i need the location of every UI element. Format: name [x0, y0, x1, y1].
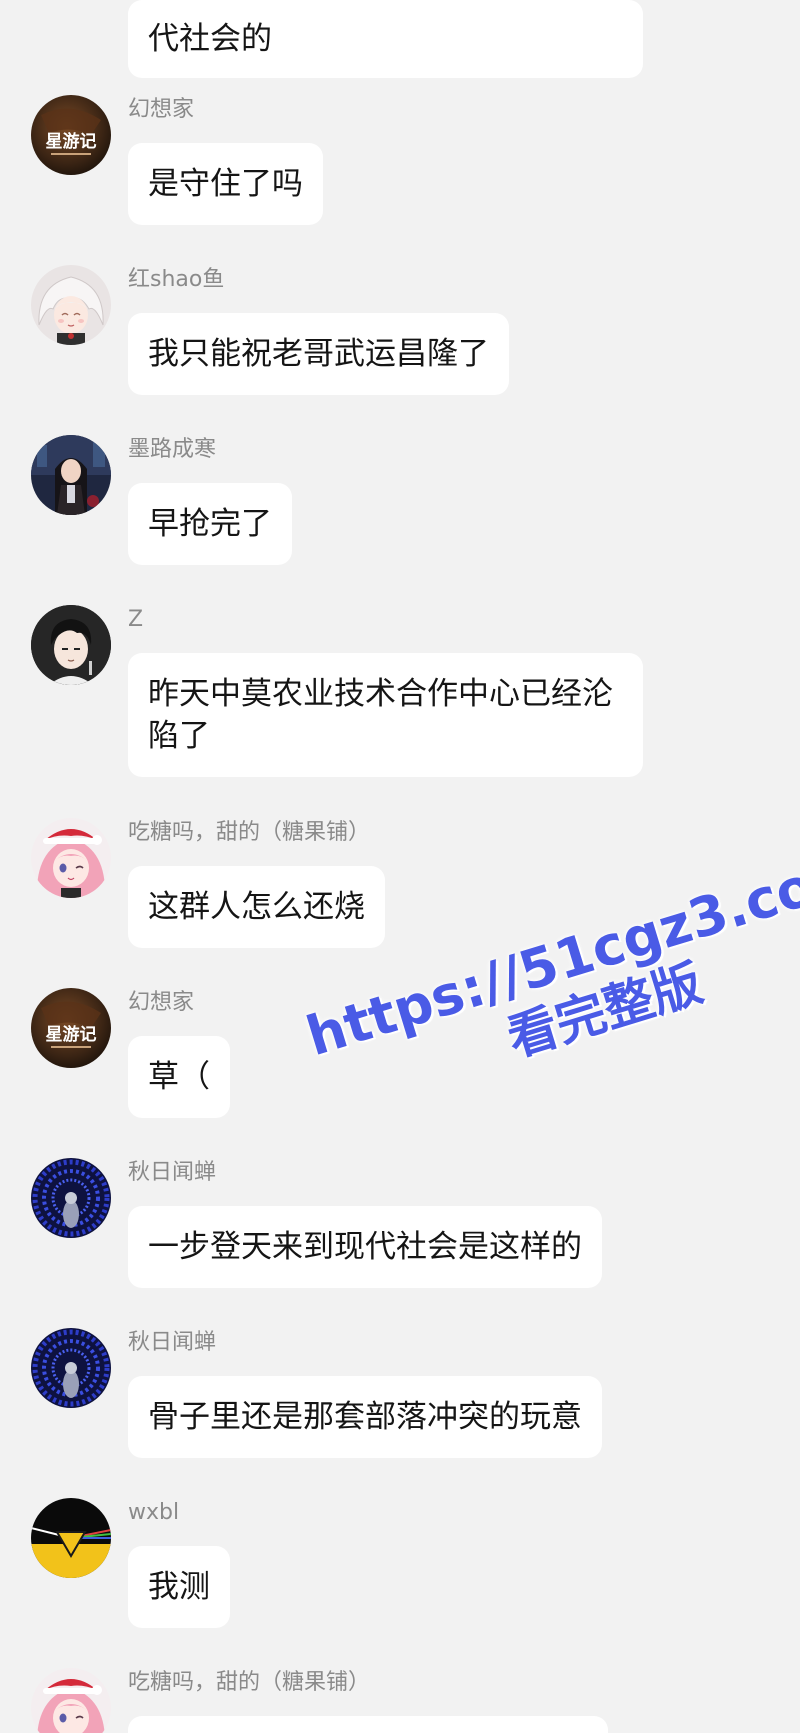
message-text: 这群人怎么还烧	[148, 889, 365, 925]
sender-name: 秋日闻蝉	[128, 1160, 217, 1185]
message-bubble[interactable]: 我测	[128, 1546, 230, 1628]
blue-hall-avatar[interactable]	[31, 1328, 111, 1408]
message-bubble[interactable]: 一步登天来到现代社会是这样的	[128, 1206, 602, 1288]
sender-name: 幻想家	[128, 97, 195, 122]
message-text: 是守住了吗	[148, 166, 303, 202]
message-text: 我测	[148, 1569, 210, 1605]
chat-list[interactable]: 代社会的 星游记 幻想家 是守住了吗 红shao鱼 我只能祝老哥武运昌隆了 墨路…	[0, 0, 800, 1733]
message-bubble[interactable]: 骨子里还是那套部落冲突的玩意	[128, 1376, 602, 1458]
sender-name: 吃糖吗，甜的（糖果铺）	[128, 1670, 371, 1695]
message-bubble[interactable]	[128, 1716, 608, 1733]
message-bubble[interactable]: 这群人怎么还烧	[128, 866, 385, 948]
sender-name: 幻想家	[128, 990, 195, 1015]
prism-avatar[interactable]	[31, 1498, 111, 1578]
message-text: 一步登天来到现代社会是这样的	[148, 1229, 582, 1265]
starry-logo-avatar[interactable]: 星游记	[31, 95, 111, 175]
message-bubble[interactable]: 我只能祝老哥武运昌隆了	[128, 313, 509, 395]
sender-name: 红shao鱼	[128, 267, 225, 292]
pink-hair-girl-avatar[interactable]	[31, 1668, 111, 1733]
sender-name: 墨路成寒	[128, 437, 217, 462]
avatar-logo-text: 星游记	[46, 1024, 97, 1045]
message-text: 草（	[148, 1059, 210, 1095]
message-bubble[interactable]: 代社会的	[128, 0, 643, 78]
message-text: 早抢完了	[148, 506, 272, 542]
blue-hall-avatar[interactable]	[31, 1158, 111, 1238]
dark-hair-girl-avatar[interactable]	[31, 435, 111, 515]
message-text: 代社会的	[148, 21, 272, 57]
message-text: 我只能祝老哥武运昌隆了	[148, 336, 489, 372]
sender-name: 秋日闻蝉	[128, 1330, 217, 1355]
message-bubble[interactable]: 昨天中莫农业技术合作中心已经沦陷了	[128, 653, 643, 777]
message-bubble[interactable]: 早抢完了	[128, 483, 292, 565]
avatar-logo-text: 星游记	[46, 131, 97, 152]
sender-name: Z	[128, 607, 144, 632]
boy-avatar[interactable]	[31, 605, 111, 685]
sender-name: 吃糖吗，甜的（糖果铺）	[128, 820, 371, 845]
message-bubble[interactable]: 草（	[128, 1036, 230, 1118]
white-hair-girl-avatar[interactable]	[31, 265, 111, 345]
message-bubble[interactable]: 是守住了吗	[128, 143, 323, 225]
watermark-subtitle: 看完整版	[500, 953, 709, 1068]
sender-name: wxbl	[128, 1500, 180, 1525]
pink-hair-girl-avatar[interactable]	[31, 818, 111, 898]
starry-logo-avatar[interactable]: 星游记	[31, 988, 111, 1068]
message-text: 昨天中莫农业技术合作中心已经沦陷了	[148, 676, 613, 754]
message-text: 骨子里还是那套部落冲突的玩意	[148, 1399, 582, 1435]
